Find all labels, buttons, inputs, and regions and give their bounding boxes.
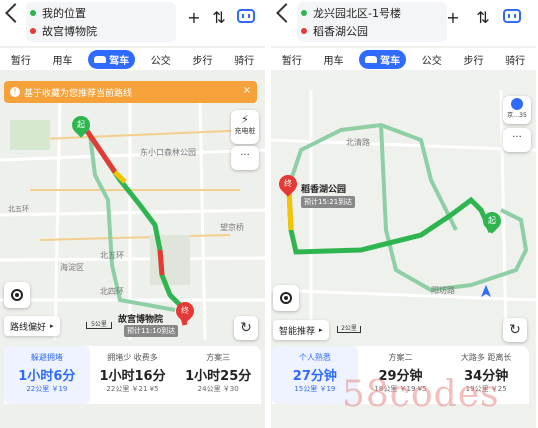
right-map-screen: 北清路 阳坊路 终 稻香湖公园 预计15:21到达 起 龙兴园北区-1号楼 稻香… — [271, 0, 536, 428]
tab-bike[interactable]: 骑行 — [228, 50, 260, 69]
assistant-icon[interactable] — [503, 9, 521, 23]
mode-tabs: 暂行 用车 驾车 公交 步行 骑行 — [0, 48, 265, 70]
origin-dot-icon — [30, 10, 36, 16]
route-option-2[interactable]: 拥堵少 收费多 1小时16分 22公里 ￥21 ¥5 — [90, 346, 176, 404]
map-label-beisihuan: 北四环 — [100, 287, 124, 296]
origin-dot-icon — [301, 10, 307, 16]
swap-icon[interactable]: ⇅ — [209, 8, 229, 27]
assistant-icon[interactable] — [237, 9, 255, 23]
charging-icon: ⚡ — [241, 113, 249, 126]
tab-transit[interactable]: 公交 — [416, 50, 448, 69]
add-waypoint-icon[interactable]: + — [443, 8, 463, 27]
car-icon — [365, 55, 378, 63]
tab-mode-0[interactable]: 暂行 — [5, 50, 37, 69]
destination-row[interactable]: 故宫博物院 — [30, 22, 97, 40]
banner-text: 基于收藏为您推荐当前路线 — [24, 88, 133, 99]
left-map-screen: 东小口森林公园 望京桥 北五环 海淀区 北四环 北五环 起 终 故宫博物院 预计… — [0, 0, 265, 428]
tab-transit[interactable]: 公交 — [145, 50, 177, 69]
close-icon[interactable]: × — [243, 85, 251, 96]
swap-icon[interactable]: ⇅ — [473, 8, 493, 27]
route-option-1[interactable]: 躲避拥堵 1小时6分 22公里 ￥19 — [4, 346, 90, 404]
tab-walk[interactable]: 步行 — [186, 50, 218, 69]
mode-tabs: 暂行 用车 驾车 公交 步行 骑行 — [271, 48, 536, 70]
location-arrow-icon — [481, 285, 491, 297]
chevron-right-icon: ▸ — [50, 322, 54, 330]
charging-station-button[interactable]: ⚡ 充电桩 — [231, 110, 259, 144]
map-label-forest-park: 东小口森林公园 — [140, 148, 196, 157]
origin-text: 我的位置 — [42, 7, 86, 20]
destination-text: 稻香湖公园 — [313, 25, 368, 38]
destination-text: 故宫博物院 — [42, 25, 97, 38]
origin-row[interactable]: 龙兴园北区-1号楼 — [301, 4, 401, 22]
route-preference-button[interactable]: 路线偏好 ▸ — [4, 316, 60, 336]
destination-map-label: 故宫博物院 — [118, 315, 164, 325]
locate-button[interactable] — [4, 282, 30, 308]
recommendation-banner[interactable]: ! 基于收藏为您推荐当前路线 × — [4, 81, 257, 103]
map-label-wangjing: 望京桥 — [220, 223, 244, 232]
refresh-button[interactable]: ↻ — [234, 316, 258, 340]
poi-icon — [511, 98, 523, 110]
arrival-estimate-label: 预计11:10到达 — [124, 325, 179, 337]
watermark: 58codes — [342, 374, 500, 415]
map-label-yangfang-rd: 阳坊路 — [431, 286, 455, 295]
origin-text: 龙兴园北区-1号楼 — [313, 7, 401, 20]
tab-mode-1[interactable]: 用车 — [46, 50, 78, 69]
destination-map-label: 稻香湖公园 — [301, 185, 347, 195]
origin-row[interactable]: 我的位置 — [30, 4, 86, 22]
tab-bike[interactable]: 骑行 — [499, 50, 531, 69]
tab-mode-0[interactable]: 暂行 — [276, 50, 308, 69]
scale-bar: 5公里 — [86, 322, 112, 329]
tab-drive[interactable]: 驾车 — [359, 49, 407, 69]
destination-dot-icon — [30, 28, 36, 34]
address-box[interactable]: 我的位置 故宫博物院 — [26, 2, 176, 42]
more-button[interactable]: ··· — [231, 146, 259, 170]
location-poi-button[interactable]: 京…35 — [503, 96, 531, 124]
back-arrow-icon[interactable] — [276, 3, 296, 23]
map-label-wuhuan-left: 北五环 — [8, 205, 29, 213]
back-arrow-icon[interactable] — [5, 3, 25, 23]
info-icon: ! — [10, 87, 20, 97]
route-options: 躲避拥堵 1小时6分 22公里 ￥19 拥堵少 收费多 1小时16分 22公里 … — [4, 346, 261, 404]
top-bar: 龙兴园北区-1号楼 稻香湖公园 + ⇅ — [271, 0, 536, 46]
locate-button[interactable] — [273, 285, 299, 311]
more-button[interactable]: ··· — [503, 128, 531, 152]
chevron-right-icon: ▸ — [319, 326, 323, 334]
tab-walk[interactable]: 步行 — [457, 50, 489, 69]
charging-label: 充电桩 — [234, 127, 256, 135]
tab-drive[interactable]: 驾车 — [88, 49, 136, 69]
destination-dot-icon — [301, 28, 307, 34]
map-label-beiqing-rd: 北清路 — [346, 138, 370, 147]
arrival-estimate-label: 预计15:21到达 — [301, 196, 356, 208]
tab-mode-1[interactable]: 用车 — [317, 50, 349, 69]
map-label-beiwuhuan: 北五环 — [100, 251, 124, 260]
scale-bar: 2公里 — [337, 326, 361, 333]
destination-row[interactable]: 稻香湖公园 — [301, 22, 368, 40]
top-bar: 我的位置 故宫博物院 + ⇅ — [0, 0, 265, 46]
route-preference-button[interactable]: 智能推荐 ▸ — [273, 320, 329, 340]
refresh-button[interactable]: ↻ — [503, 318, 527, 342]
map-label-haidian: 海淀区 — [60, 263, 84, 272]
address-box[interactable]: 龙兴园北区-1号楼 稻香湖公园 — [297, 2, 447, 42]
car-icon — [94, 55, 107, 63]
route-option-3[interactable]: 方案三 1小时25分 24公里 ￥30 — [175, 346, 261, 404]
add-waypoint-icon[interactable]: + — [184, 8, 204, 27]
